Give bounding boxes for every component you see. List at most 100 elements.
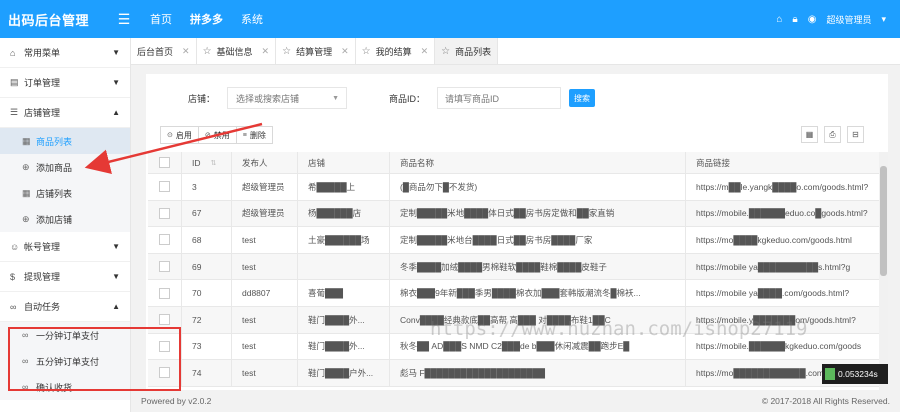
cell-goods-link[interactable]: https://mo████kgkeduo.com/goods.html bbox=[686, 227, 879, 253]
checkbox-icon bbox=[159, 234, 170, 246]
cell-store: 喜葡███ bbox=[298, 280, 390, 306]
row-checkbox[interactable] bbox=[148, 174, 182, 200]
cell-store: 土豪██████场 bbox=[298, 227, 390, 253]
tab-settlement[interactable]: ☆ 结算管理 ✕ bbox=[276, 38, 356, 64]
user-menu[interactable]: 超级管理员 bbox=[826, 13, 871, 26]
sidebar-item-common-menu[interactable]: ⌂ 常用菜单 ▼ bbox=[0, 38, 130, 68]
cell-goods-link[interactable]: https://m██le.yangk████o.com/goods.html? bbox=[686, 174, 879, 200]
menu-icon: ≡ bbox=[242, 131, 247, 139]
sidebar-item-stores[interactable]: ☰ 店铺管理 ▲ bbox=[0, 98, 130, 128]
disable-label: 禁用 bbox=[213, 130, 230, 140]
chevron-down-icon: ▼ bbox=[112, 272, 120, 281]
sidebar-item-add-goods[interactable]: ⊕ 添加商品 bbox=[0, 154, 130, 180]
table-scrollbar[interactable] bbox=[879, 152, 888, 390]
checkbox-icon bbox=[159, 261, 170, 273]
close-icon[interactable]: ✕ bbox=[421, 46, 429, 57]
menu-toggle-icon[interactable]: ☰ bbox=[108, 11, 140, 28]
table-row: 3 超级管理员 希█████上 (█商品勿下█不发货) https://m██l… bbox=[148, 174, 879, 201]
columns-icon[interactable]: ▦ bbox=[801, 126, 818, 143]
sidebar-item-label: 常用菜单 bbox=[24, 48, 61, 58]
goods-id-input[interactable]: 请填写商品ID bbox=[437, 87, 562, 109]
cell-goods-name: 定制█████米地台████日式██房书房████厂家 bbox=[390, 227, 686, 253]
enable-button[interactable]: ⊙ 启用 bbox=[161, 127, 199, 143]
sidebar-item-add-store[interactable]: ⊕ 添加店铺 bbox=[0, 206, 130, 232]
order-icon: ▤ bbox=[10, 77, 19, 87]
cell-goods-link[interactable]: https://mobile ya██████████s.html?g bbox=[686, 254, 879, 280]
watermark-text: https://www.huzhan.com/ishop27119 bbox=[430, 318, 808, 340]
theme-icon[interactable]: ◉ bbox=[808, 14, 817, 25]
pause-icon: ⊘ bbox=[204, 132, 211, 139]
sidebar-item-label: 添加店铺 bbox=[36, 214, 73, 225]
cell-publisher: 超级管理员 bbox=[232, 174, 298, 200]
tab-label: 后台首页 bbox=[137, 46, 174, 57]
select-all-checkbox[interactable] bbox=[148, 152, 182, 173]
store-select[interactable]: 选择或搜索店铺 ▼ bbox=[227, 87, 348, 109]
tab-home[interactable]: 后台首页 ✕ bbox=[131, 38, 197, 64]
cell-goods-name: 棉衣███9年新███季男████棉衣加███套韩版潮流冬█棉袄... bbox=[390, 280, 686, 306]
delete-button[interactable]: ≡ 删除 bbox=[237, 127, 272, 143]
chevron-down-icon: ▼ bbox=[112, 78, 120, 87]
sidebar-item-label: 订单管理 bbox=[24, 78, 61, 88]
sidebar-item-goods-list[interactable]: ▦ 商品列表 bbox=[0, 128, 130, 154]
top-nav-pinduoduo[interactable]: 拼多多 bbox=[190, 11, 223, 27]
column-header-goods-link: 商品链接 bbox=[696, 157, 731, 168]
tab-my-settlement[interactable]: ☆ 我的结算 ✕ bbox=[356, 38, 436, 64]
app-title: 出码后台管理 bbox=[8, 12, 90, 28]
sidebar-item-withdrawals[interactable]: $ 提现管理 ▼ bbox=[0, 262, 130, 292]
lock-icon[interactable]: 🔒︎ bbox=[792, 14, 797, 25]
sidebar-item-accounts[interactable]: ☺ 帐号管理 ▼ bbox=[0, 232, 130, 262]
sidebar-item-label: 添加商品 bbox=[36, 162, 73, 173]
sidebar-item-store-list[interactable]: ▦ 店铺列表 bbox=[0, 180, 130, 206]
timer-badge: 0.053234s bbox=[822, 364, 888, 384]
sort-icon[interactable]: ⇅ bbox=[211, 159, 217, 167]
cell-goods-link[interactable]: https://mobile ya████.com/goods.html? bbox=[686, 280, 879, 306]
cell-goods-link[interactable]: https://mobile.██████eduo.co█goods.html? bbox=[686, 201, 879, 227]
cell-publisher: test bbox=[232, 306, 298, 333]
money-icon: $ bbox=[10, 271, 16, 282]
goods-table: ID ⇅ 发布人 店铺 商品名称 商品链接 3 超级管理员 希█████上 (█商… bbox=[148, 152, 879, 390]
link-icon: ∞ bbox=[10, 301, 17, 312]
timer-value: 0.053234s bbox=[838, 369, 878, 379]
user-icon: ☺ bbox=[10, 241, 20, 252]
footer-copyright: © 2017-2018 All Rights Reserved. bbox=[761, 396, 890, 406]
home-icon[interactable]: ⌂ bbox=[776, 14, 782, 25]
add-circle-icon: ⊕ bbox=[22, 161, 30, 172]
tab-label: 我的结算 bbox=[375, 46, 412, 57]
sidebar-item-auto-tasks[interactable]: ∞ 自动任务 ▲ bbox=[0, 292, 130, 322]
sidebar-item-label: 店铺列表 bbox=[36, 188, 73, 199]
close-icon[interactable]: ✕ bbox=[262, 46, 270, 57]
chevron-down-icon[interactable]: ▾ bbox=[881, 14, 886, 25]
tab-basic-info[interactable]: ☆ 基础信息 ✕ bbox=[197, 38, 277, 64]
row-checkbox[interactable] bbox=[148, 280, 182, 306]
sidebar-item-orders[interactable]: ▤ 订单管理 ▼ bbox=[0, 68, 130, 98]
main-content: 店铺： 选择或搜索店铺 ▼ 商品ID： 请填写商品ID 搜索 ⊙ 启用 ⊘ 禁用… bbox=[146, 74, 888, 390]
row-checkbox[interactable] bbox=[148, 227, 182, 253]
home-icon: ⌂ bbox=[10, 47, 16, 58]
cell-id: 70 bbox=[182, 280, 232, 306]
search-button[interactable]: 搜索 bbox=[569, 89, 596, 107]
sidebar-item-label: 商品列表 bbox=[36, 136, 73, 147]
cell-goods-name: 彪马 F████████████████████ bbox=[390, 360, 686, 386]
cell-id: 72 bbox=[182, 306, 232, 333]
table-tools: ▦ ⎙ ⊟ bbox=[801, 126, 864, 143]
export-icon[interactable]: ⎙ bbox=[824, 126, 841, 143]
row-checkbox[interactable] bbox=[148, 200, 182, 227]
close-icon[interactable]: ✕ bbox=[341, 46, 349, 57]
play-icon: ⊙ bbox=[167, 132, 173, 139]
scrollbar-thumb[interactable] bbox=[880, 166, 887, 276]
tab-goods-list[interactable]: ☆ 商品列表 bbox=[435, 38, 499, 64]
enable-label: 启用 bbox=[175, 130, 192, 140]
column-header-id[interactable]: ID ⇅ bbox=[182, 152, 232, 173]
top-nav-system[interactable]: 系统 bbox=[241, 11, 263, 27]
checkbox-icon bbox=[159, 207, 170, 219]
disable-button[interactable]: ⊘ 禁用 bbox=[199, 127, 237, 143]
cell-publisher: 超级管理员 bbox=[232, 200, 298, 227]
top-nav-home[interactable]: 首页 bbox=[150, 11, 172, 27]
annotation-highlight-box bbox=[8, 327, 181, 391]
table-row: 68 test 土豪██████场 定制█████米地台████日式██房书房█… bbox=[148, 227, 879, 254]
cell-id: 67 bbox=[182, 200, 232, 227]
row-checkbox[interactable] bbox=[148, 253, 182, 280]
cell-id: 73 bbox=[182, 333, 232, 360]
close-icon[interactable]: ✕ bbox=[182, 46, 190, 57]
print-icon[interactable]: ⊟ bbox=[847, 126, 864, 143]
